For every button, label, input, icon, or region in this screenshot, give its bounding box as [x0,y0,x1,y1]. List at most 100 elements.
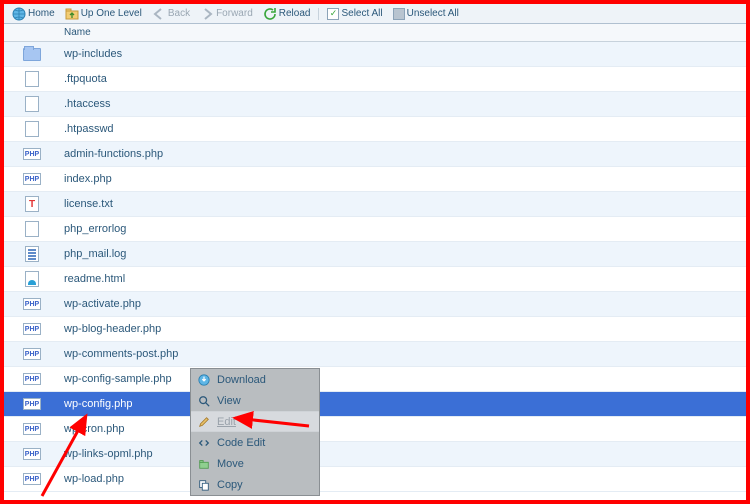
reload-label: Reload [279,8,311,19]
context-menu-item-label: Move [217,458,244,470]
file-icon [25,221,39,237]
file-icon [25,71,39,87]
php-icon: PHP [23,423,41,435]
select-all-label: Select All [341,8,382,19]
php-icon: PHP [23,298,41,310]
row-name-cell: wp-load.php [60,473,746,485]
row-icon-cell [4,71,60,87]
row-name-cell: license.txt [60,198,746,210]
row-icon-cell [4,96,60,112]
row-name-cell: .htaccess [60,98,746,110]
file-row[interactable]: PHP wp-config.php [4,392,746,417]
context-menu-download[interactable]: Download [191,369,319,390]
php-icon: PHP [23,398,41,410]
file-row[interactable]: wp-includes [4,42,746,67]
php-icon: PHP [23,348,41,360]
file-row[interactable]: PHPadmin-functions.php [4,142,746,167]
file-row[interactable]: PHP wp-activate.php [4,292,746,317]
file-row[interactable]: PHPwp-config-sample.php [4,367,746,392]
context-menu-copy[interactable]: Copy [191,474,319,495]
row-name-cell: wp-activate.php [60,298,746,310]
reload-icon [263,7,277,21]
unselect-all-label: Unselect All [407,8,459,19]
code-edit-icon [197,436,211,450]
row-icon-cell [4,271,60,287]
row-icon-cell: PHP [4,398,60,410]
folder-icon [23,48,41,61]
file-row[interactable]: Tlicense.txt [4,192,746,217]
home-button[interactable]: Home [8,6,59,22]
file-row[interactable]: PHPindex.php [4,167,746,192]
context-menu: Download View EditCode Edit Move Copy [190,368,320,496]
row-name-cell: wp-config.php [60,398,746,410]
file-row[interactable]: PHP wp-links-opml.php [4,442,746,467]
up-one-level-button[interactable]: Up One Level [61,6,146,22]
row-icon-cell: PHP [4,473,60,485]
row-name-cell: .htpasswd [60,123,746,135]
file-row[interactable]: php_errorlog [4,217,746,242]
download-icon [197,373,211,387]
select-all-button[interactable]: ✓ Select All [323,7,386,21]
row-icon-cell: PHP [4,448,60,460]
home-label: Home [28,8,55,19]
row-name-cell: wp-cron.php [60,423,746,435]
txt-icon: T [25,196,39,212]
context-menu-edit[interactable]: Edit [191,411,319,432]
php-icon: PHP [23,173,41,185]
unselect-all-icon [393,8,405,20]
grid-header: Name [4,24,746,42]
row-name-cell: php_mail.log [60,248,746,260]
row-icon-cell: PHP [4,298,60,310]
row-icon-cell: PHP [4,323,60,335]
move-icon [197,457,211,471]
column-name-header[interactable]: Name [60,27,746,38]
unselect-all-button[interactable]: Unselect All [389,7,463,21]
php-icon: PHP [23,323,41,335]
file-row[interactable]: readme.html [4,267,746,292]
row-name-cell: wp-comments-post.php [60,348,746,360]
row-name-cell: admin-functions.php [60,148,746,160]
row-name-cell: wp-config-sample.php [60,373,746,385]
up-one-level-label: Up One Level [81,8,142,19]
file-grid: wp-includes .ftpquota .htaccess .htpasswd PH… [4,42,746,492]
row-icon-cell [4,221,60,237]
row-icon-cell: T [4,196,60,212]
file-row[interactable]: PHP wp-comments-post.php [4,342,746,367]
back-button[interactable]: Back [148,6,194,22]
back-label: Back [168,8,190,19]
file-icon [25,121,39,137]
row-icon-cell [4,48,60,61]
context-menu-code-edit[interactable]: Code Edit [191,432,319,453]
file-row[interactable]: .htpasswd [4,117,746,142]
row-name-cell: php_errorlog [60,223,746,235]
file-row[interactable]: .ftpquota [4,67,746,92]
html-icon [25,271,39,287]
context-menu-view[interactable]: View [191,390,319,411]
forward-label: Forward [216,8,253,19]
file-row[interactable]: PHPwp-blog-header.php [4,317,746,342]
globe-icon [12,7,26,21]
copy-icon [197,478,211,492]
reload-button[interactable]: Reload [259,6,315,22]
row-name-cell: wp-includes [60,48,746,60]
file-row[interactable]: .htaccess [4,92,746,117]
row-icon-cell: PHP [4,423,60,435]
log-icon [25,246,39,262]
context-menu-move[interactable]: Move [191,453,319,474]
context-menu-item-label: Download [217,374,266,386]
file-row[interactable]: PHP wp-load.php [4,467,746,492]
file-row[interactable]: PHP wp-cron.php [4,417,746,442]
file-row[interactable]: php_mail.log [4,242,746,267]
row-name-cell: .ftpquota [60,73,746,85]
row-icon-cell: PHP [4,173,60,185]
php-icon: PHP [23,448,41,460]
row-icon-cell: PHP [4,348,60,360]
row-name-cell: wp-links-opml.php [60,448,746,460]
php-icon: PHP [23,473,41,485]
row-icon-cell [4,121,60,137]
select-all-icon: ✓ [327,8,339,20]
row-icon-cell: PHP [4,373,60,385]
forward-button[interactable]: Forward [196,6,257,22]
back-arrow-icon [152,7,166,21]
context-menu-item-label: View [217,395,241,407]
